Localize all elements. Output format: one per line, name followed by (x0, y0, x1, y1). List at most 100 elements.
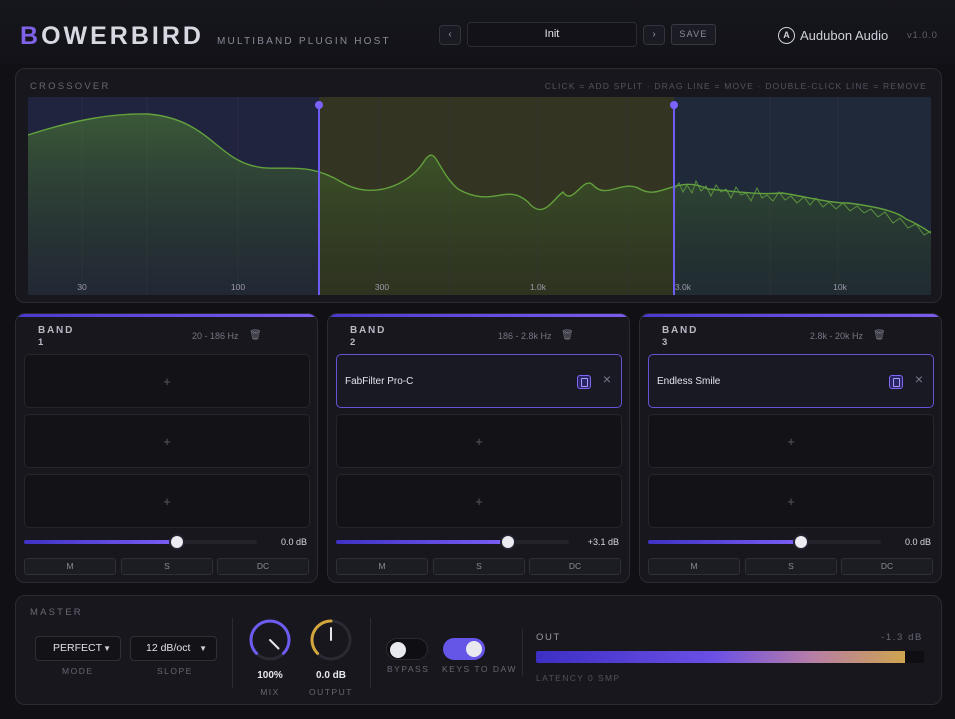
band-2-plugin-remove-icon[interactable]: × (603, 371, 611, 387)
bypass-toggle-knob (390, 642, 406, 658)
band-1-number: 1 (38, 337, 44, 348)
bypass-toggle[interactable] (386, 638, 428, 660)
output-meter (536, 651, 924, 663)
output-meter-fill (536, 651, 905, 663)
mix-knob-pointer (269, 639, 280, 650)
band-2-title: BAND (350, 325, 387, 336)
band-2-slot-2[interactable]: + (336, 414, 622, 468)
band-3-number: 3 (662, 337, 668, 348)
band-3-title: BAND (662, 325, 699, 336)
add-plugin-icon: + (163, 374, 171, 389)
band-3-accent (640, 314, 941, 317)
mix-knob[interactable] (246, 616, 294, 664)
band-1-gain-value: 0.0 dB (280, 537, 307, 547)
slope-caption: SLOPE (157, 666, 193, 676)
band-3-solo-button[interactable]: S (745, 558, 837, 575)
mode-dropdown[interactable]: PERFECT ▼ (35, 636, 121, 661)
band-3-trash-icon[interactable]: 🗑 (873, 330, 886, 341)
next-preset-button[interactable]: › (643, 25, 665, 45)
keys-to-daw-toggle-knob (466, 641, 482, 657)
mode-caption: MODE (62, 666, 94, 676)
band-2-number: 2 (350, 337, 356, 348)
band-2-dc-button[interactable]: DC (529, 558, 621, 575)
band-1-slot-1[interactable]: + (24, 354, 310, 408)
band-1-solo-button[interactable]: S (121, 558, 213, 575)
band-3-gain-value: 0.0 dB (904, 537, 931, 547)
add-plugin-icon: + (787, 434, 795, 449)
spectrum-svg: 30 100 300 1.0k 3.0k 10k (28, 97, 931, 295)
output-knob-arc (310, 619, 333, 655)
band-2-mute-button[interactable]: M (336, 558, 428, 575)
band-1-title: BAND (38, 325, 75, 336)
crossover-handle-high[interactable] (670, 101, 678, 109)
band-1-card: BAND 1 20 - 186 Hz 🗑 + + + 0.0 dB M S DC (15, 313, 318, 583)
band-2-gain-thumb[interactable] (502, 536, 514, 548)
band-2-gain-track[interactable] (336, 540, 569, 544)
band-2-solo-button[interactable]: S (433, 558, 525, 575)
master-label: MASTER (30, 607, 83, 618)
band-3-slot-2[interactable]: + (648, 414, 934, 468)
preset-selector[interactable]: Init (467, 22, 637, 47)
add-plugin-icon: + (787, 494, 795, 509)
bypass-caption: BYPASS (387, 664, 430, 674)
freq-label-3k: 3.0k (675, 282, 692, 292)
spectrum-display[interactable]: 30 100 300 1.0k 3.0k 10k (28, 97, 931, 295)
crossover-label: CROSSOVER (30, 81, 111, 92)
add-plugin-icon: + (163, 434, 171, 449)
band-2-range: 186 - 2.8k Hz (498, 331, 552, 341)
band-1-dc-button[interactable]: DC (217, 558, 309, 575)
band-3-gain-thumb[interactable] (795, 536, 807, 548)
band-2-accent (328, 314, 629, 317)
output-knob[interactable] (307, 616, 355, 664)
master-divider-1 (232, 618, 233, 688)
previous-preset-button[interactable]: ‹ (439, 25, 461, 45)
band-1-mute-button[interactable]: M (24, 558, 116, 575)
audubon-logo-icon: A (778, 26, 795, 44)
freq-label-100: 100 (231, 282, 245, 292)
band-2-trash-icon[interactable]: 🗑 (561, 330, 574, 341)
band-3-plugin-remove-icon[interactable]: × (915, 371, 923, 387)
band-3-gain-fill (648, 540, 800, 544)
band-2-slot-1[interactable]: FabFilter Pro-C × (336, 354, 622, 408)
band-3-mute-button[interactable]: M (648, 558, 740, 575)
save-button[interactable]: SAVE (671, 24, 716, 45)
latency-label: LATENCY 0 SMP (536, 673, 621, 683)
keys-to-daw-toggle[interactable] (443, 638, 485, 660)
band-1-gain-thumb[interactable] (171, 536, 183, 548)
master-divider-3 (522, 629, 523, 676)
band-2-plugin-editor-icon[interactable] (577, 375, 591, 389)
slope-dropdown[interactable]: 12 dB/oct ▼ (130, 636, 217, 661)
band-1-gain-fill (24, 540, 176, 544)
band-1-trash-icon[interactable]: 🗑 (249, 330, 262, 341)
band-1-gain-track[interactable] (24, 540, 257, 544)
band-2-gain-fill (336, 540, 507, 544)
slope-value: 12 dB/oct (146, 642, 191, 654)
output-caption: OUTPUT (309, 687, 353, 697)
band-3-plugin-name: Endless Smile (657, 376, 721, 387)
output-value: 0.0 dB (315, 670, 346, 681)
band-3-plugin-editor-icon[interactable] (889, 375, 903, 389)
band-3-slot-1[interactable]: Endless Smile × (648, 354, 934, 408)
crossover-panel: CROSSOVER CLICK = ADD SPLIT · DRAG LINE … (15, 68, 942, 303)
band-1-slot-3[interactable]: + (24, 474, 310, 528)
crossover-help-text: CLICK = ADD SPLIT · DRAG LINE = MOVE · D… (544, 81, 927, 91)
app-logo: BOWERBIRD (20, 22, 204, 50)
band-3-slot-3[interactable]: + (648, 474, 934, 528)
master-panel: MASTER PERFECT ▼ MODE 12 dB/oct ▼ SLOPE 10… (15, 595, 942, 705)
crossover-handle-low[interactable] (315, 101, 323, 109)
band-1-accent (16, 314, 317, 317)
band-1-slot-2[interactable]: + (24, 414, 310, 468)
freq-label-300: 300 (375, 282, 389, 292)
mix-caption: MIX (260, 687, 280, 697)
freq-label-10k: 10k (833, 282, 847, 292)
mode-chevron-down-icon: ▼ (103, 644, 111, 653)
version-label: v1.0.0 (907, 30, 938, 41)
band-3-dc-button[interactable]: DC (841, 558, 933, 575)
out-db-value: -1.3 dB (881, 632, 923, 643)
band-3-gain-track[interactable] (648, 540, 881, 544)
add-plugin-icon: + (475, 434, 483, 449)
add-plugin-icon: + (475, 494, 483, 509)
band-2-slot-3[interactable]: + (336, 474, 622, 528)
master-divider-2 (370, 618, 371, 688)
band-2-card: BAND 2 186 - 2.8k Hz 🗑 FabFilter Pro-C ×… (327, 313, 630, 583)
